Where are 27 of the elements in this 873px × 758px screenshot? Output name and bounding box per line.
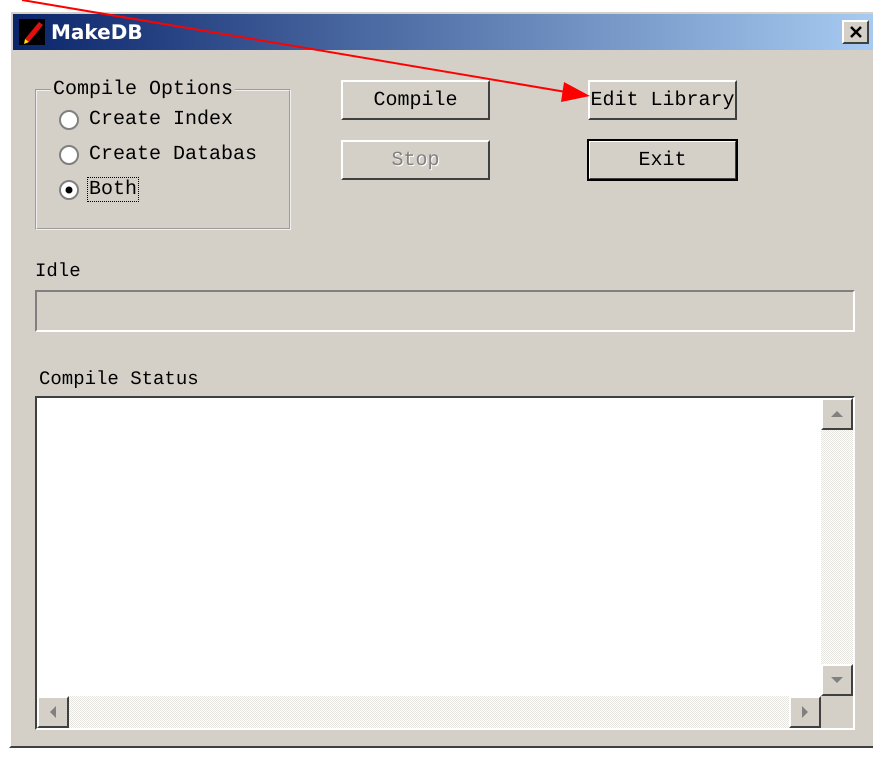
radio-button[interactable] (59, 180, 79, 200)
radio-label[interactable]: Create Databas (87, 142, 260, 167)
window-title: MakeDB (51, 20, 144, 44)
log-label: Compile Status (39, 368, 200, 390)
radio-button[interactable] (59, 110, 79, 130)
status-label: Idle (35, 260, 82, 282)
radio-label[interactable]: Create Index (87, 107, 236, 132)
arrow-icon (802, 706, 808, 718)
group-title: Compile Options (52, 78, 234, 101)
close-button[interactable] (842, 20, 869, 44)
pencil-icon (17, 17, 47, 47)
horizontal-scrollbar[interactable] (37, 696, 821, 728)
scroll-down-button[interactable] (821, 664, 853, 696)
push-button[interactable]: Edit Library (588, 80, 737, 120)
arrow-icon (831, 677, 843, 683)
scrollbar-corner (821, 696, 853, 728)
close-icon (848, 26, 862, 38)
scroll-right-button[interactable] (789, 696, 821, 728)
push-button[interactable]: Compile (341, 80, 490, 120)
vertical-scrollbar[interactable] (821, 398, 853, 696)
radio-button[interactable] (59, 144, 79, 164)
arrow-icon (831, 411, 843, 417)
radio-label[interactable]: Both (87, 177, 140, 202)
scroll-left-button[interactable] (37, 696, 69, 728)
arrow-icon (50, 706, 56, 718)
push-button[interactable]: Exit (588, 140, 737, 180)
scroll-up-button[interactable] (821, 398, 853, 430)
